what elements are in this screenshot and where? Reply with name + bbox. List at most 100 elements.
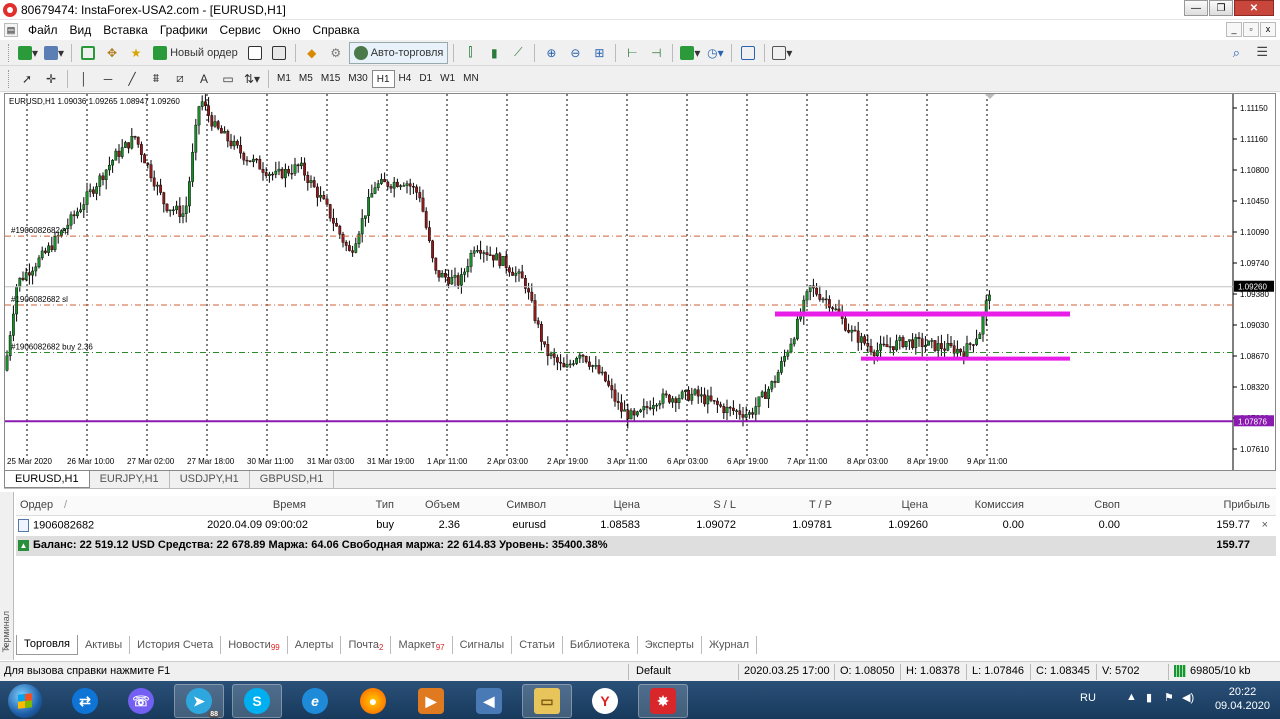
col-tp[interactable]: T / P	[809, 499, 832, 511]
auto-trading-button[interactable]: Авто-торговля	[348, 41, 449, 64]
mdi-close-button[interactable]: x	[1260, 22, 1276, 37]
menu-charts[interactable]: Графики	[154, 21, 214, 39]
indicators-icon[interactable]: ▾	[678, 42, 702, 64]
terminal-tab-8[interactable]: Статьи	[512, 636, 563, 654]
timeframe-w1[interactable]: W1	[436, 70, 459, 88]
terminal-tab-7[interactable]: Сигналы	[453, 636, 513, 654]
options-icon[interactable]: ⚙	[325, 42, 347, 64]
arrows-icon[interactable]: ⇅▾	[241, 68, 263, 90]
col-commission[interactable]: Комиссия	[975, 499, 1024, 511]
menu-file[interactable]: Файл	[22, 21, 64, 39]
taskbar-explorer[interactable]: ▭	[522, 684, 572, 718]
terminal-tab-9[interactable]: Библиотека	[563, 636, 638, 654]
clock[interactable]: 20:22 09.04.2020	[1215, 685, 1270, 713]
text-icon[interactable]: A	[193, 68, 215, 90]
toolbar-grip-2[interactable]	[8, 69, 11, 88]
zoom-out-icon[interactable]: ⊖	[564, 42, 586, 64]
tester-icon[interactable]	[268, 42, 290, 64]
menu-window[interactable]: Окно	[267, 21, 307, 39]
chart-tab-gbpusd[interactable]: GBPUSD,H1	[250, 471, 335, 488]
chart-canvas[interactable]: 25 Mar 2020 26 Mar 10:00 27 Mar 02:00 27 Ma…	[5, 94, 1275, 470]
flag-icon[interactable]: ⚑	[1164, 691, 1174, 704]
navigator-icon[interactable]: ✥	[101, 42, 123, 64]
search-icon[interactable]: ⌕	[1233, 45, 1240, 61]
timeframe-d1[interactable]: D1	[415, 70, 436, 88]
menu-tools[interactable]: Сервис	[214, 21, 267, 39]
network-icon[interactable]: ▮	[1146, 691, 1152, 704]
taskbar-ie[interactable]: e	[290, 684, 340, 718]
close-order-button[interactable]: ×	[1262, 519, 1268, 531]
tray-arrow-icon[interactable]: ▲	[1126, 691, 1137, 703]
terminal-tab-3[interactable]: Новости99	[221, 636, 288, 654]
templates-icon[interactable]	[737, 42, 759, 64]
terminal-tab-4[interactable]: Алерты	[288, 636, 342, 654]
volume-icon[interactable]: ◀)	[1182, 691, 1194, 704]
label-icon[interactable]: ▭	[217, 68, 239, 90]
toolbar-grip[interactable]	[8, 43, 11, 62]
profiles-icon[interactable]: ▾	[42, 42, 66, 64]
chart-window-icon[interactable]: ▤	[4, 23, 18, 37]
col-current-price[interactable]: Цена	[902, 499, 928, 511]
timeframe-m15[interactable]: M15	[317, 70, 344, 88]
market-watch-icon[interactable]	[77, 42, 99, 64]
bar-chart-icon[interactable]: ⫿	[459, 42, 481, 64]
candlestick-icon[interactable]: ▮	[483, 42, 505, 64]
col-symbol[interactable]: Символ	[506, 499, 546, 511]
close-button[interactable]: ✕	[1234, 0, 1274, 16]
col-type[interactable]: Тип	[376, 499, 394, 511]
timeframe-h4[interactable]: H4	[395, 70, 416, 88]
col-price[interactable]: Цена	[614, 499, 640, 511]
favorites-icon[interactable]: ★	[125, 42, 147, 64]
timeframe-h1[interactable]: H1	[371, 69, 395, 88]
terminal-tab-5[interactable]: Почта2	[341, 636, 392, 654]
new-chart-icon[interactable]: ▾	[16, 42, 40, 64]
taskbar-volume[interactable]: ◀	[464, 684, 514, 718]
terminal-tab-11[interactable]: Журнал	[702, 636, 758, 654]
menu-view[interactable]: Вид	[64, 21, 98, 39]
terminal-tab-10[interactable]: Эксперты	[638, 636, 702, 654]
col-volume[interactable]: Объем	[425, 499, 460, 511]
price-chart[interactable]: 25 Mar 2020 26 Mar 10:00 27 Mar 02:00 27 Ma…	[4, 93, 1276, 471]
channel-icon[interactable]: ⧄	[169, 68, 191, 90]
chart-tab-eurusd[interactable]: EURUSD,H1	[4, 471, 90, 488]
mdi-minimize-button[interactable]: _	[1226, 22, 1242, 37]
metaeditor-icon[interactable]: ◆	[301, 42, 323, 64]
language-indicator[interactable]: RU	[1080, 692, 1096, 704]
restore-button[interactable]: ❐	[1209, 0, 1233, 16]
taskbar-firefox[interactable]: ●	[348, 684, 398, 718]
terminal-icon[interactable]	[244, 42, 266, 64]
community-icon[interactable]: ☰	[1256, 44, 1268, 60]
terminal-tab-2[interactable]: История Счета	[130, 636, 222, 654]
terminal-tab-1[interactable]: Активы	[78, 636, 131, 654]
vertical-line-icon[interactable]: │	[73, 68, 95, 90]
col-order[interactable]: Ордер	[20, 499, 53, 511]
timeframe-m30[interactable]: M30	[344, 70, 371, 88]
taskbar-teamviewer[interactable]: ⇄	[60, 684, 110, 718]
taskbar-telegram[interactable]: ➤ 88	[174, 684, 224, 718]
zoom-in-icon[interactable]: ⊕	[540, 42, 562, 64]
mdi-restore-button[interactable]: ▫	[1243, 22, 1259, 37]
taskbar-yandex[interactable]: Y	[580, 684, 630, 718]
table-row[interactable]: 1906082682 2020.04.09 09:00:02 buy 2.36 …	[16, 516, 1276, 536]
chart-shift-icon[interactable]: ⊣	[645, 42, 667, 64]
taskbar-metatrader[interactable]: ✸	[638, 684, 688, 718]
chart-tab-usdjpy[interactable]: USDJPY,H1	[170, 471, 250, 488]
screenshot-icon[interactable]: ▾	[770, 42, 794, 64]
taskbar-viber[interactable]: ☏	[116, 684, 166, 718]
col-profit[interactable]: Прибыль	[1223, 499, 1270, 511]
crosshair-icon[interactable]: ✛	[40, 68, 62, 90]
trend-line-icon[interactable]: ╱	[121, 68, 143, 90]
col-time[interactable]: Время	[273, 499, 306, 511]
terminal-tab-0[interactable]: Торговля	[16, 635, 78, 655]
timeframe-m1[interactable]: M1	[273, 70, 295, 88]
periods-icon[interactable]: ◷▾	[704, 42, 726, 64]
start-button[interactable]	[8, 684, 42, 718]
col-swap[interactable]: Своп	[1094, 499, 1120, 511]
chart-tab-eurjpy[interactable]: EURJPY,H1	[90, 471, 170, 488]
menu-help[interactable]: Справка	[307, 21, 366, 39]
timeframe-m5[interactable]: M5	[295, 70, 317, 88]
line-chart-icon[interactable]: ⟋	[507, 42, 529, 64]
col-sl[interactable]: S / L	[713, 499, 736, 511]
terminal-tab-6[interactable]: Маркет97	[391, 636, 453, 654]
minimize-button[interactable]: —	[1184, 0, 1208, 16]
